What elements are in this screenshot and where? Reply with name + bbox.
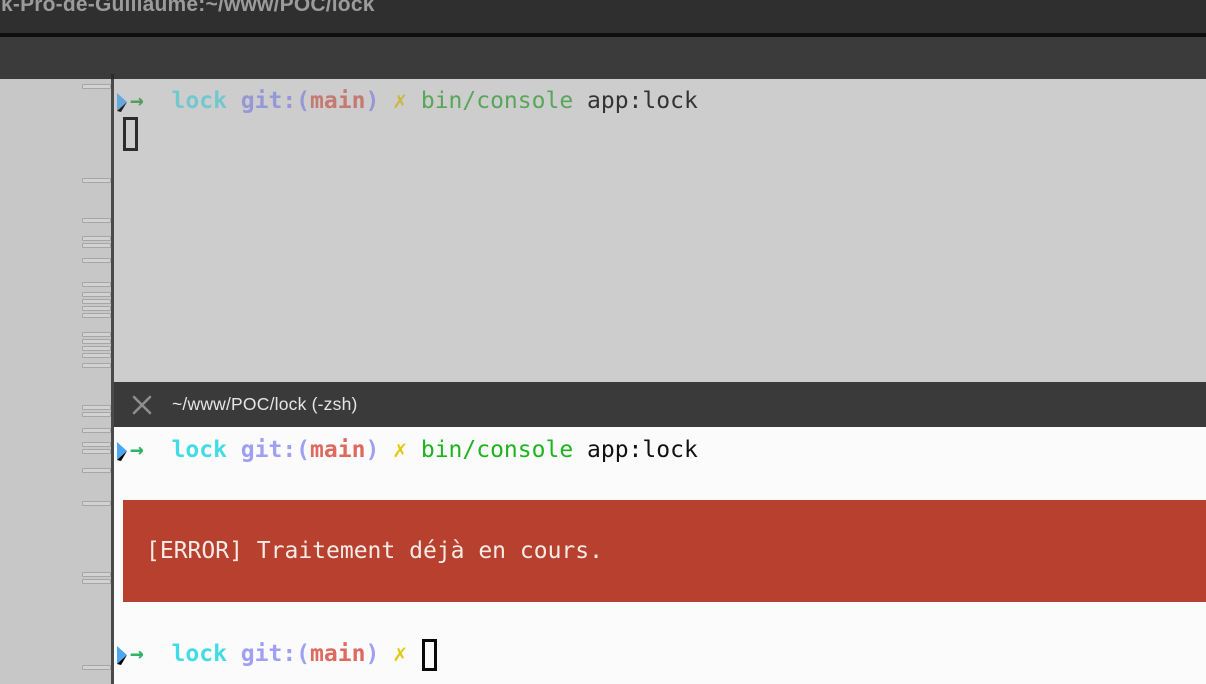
prompt-git-branch: main: [310, 88, 366, 114]
error-banner: [ERROR] Traitement déjà en cours.: [123, 500, 1206, 602]
current-prompt-line[interactable]: → lock git:( main ) ✗: [117, 638, 437, 671]
minimap-mark: [82, 442, 111, 456]
prompt-cwd: lock: [171, 437, 241, 463]
tab-bar: bin/console (php): [0, 37, 1206, 116]
window-title: k-Pro-de-Guillaume:~/www/POC/lock: [1, 0, 375, 16]
iterm-window: k-Pro-de-Guillaume:~/www/POC/lock bin/co…: [0, 0, 1206, 684]
minimap-mark: [82, 428, 111, 435]
minimap-mark: [82, 236, 111, 250]
prompt-git-suffix: ): [365, 88, 394, 114]
prompt-dirty-flag: ✗: [393, 88, 421, 114]
prompt-git-prefix: git:(: [240, 437, 311, 463]
prompt-argument: app:lock: [587, 437, 698, 463]
prompt-arrow-icon: →: [130, 88, 172, 114]
error-message: [ERROR] Traitement déjà en cours.: [146, 538, 603, 564]
prompt-cwd: lock: [171, 88, 241, 114]
minimap-mark: [82, 363, 111, 370]
prompt-arrow-icon: →: [130, 437, 172, 463]
prompt-git-prefix: git:(: [240, 641, 311, 667]
minimap-mark: [82, 84, 111, 91]
close-pane-icon[interactable]: [130, 393, 154, 417]
minimap-mark: [82, 468, 111, 475]
prompt-arrow-icon: →: [130, 641, 172, 667]
minimap-mark: [82, 405, 111, 419]
prompt-argument: app:lock: [587, 88, 698, 114]
window-titlebar[interactable]: k-Pro-de-Guillaume:~/www/POC/lock: [0, 0, 1206, 33]
minimap-column: [0, 79, 111, 684]
terminal-cursor: [421, 638, 437, 671]
prompt-triangle-icon: [117, 92, 127, 112]
minimap-mark: [82, 282, 111, 289]
prompt-cwd: lock: [171, 641, 241, 667]
prompt-git-suffix: ): [365, 437, 394, 463]
top-pane[interactable]: [114, 79, 1206, 382]
minimap-mark: [82, 178, 111, 185]
prompt-command: bin/console: [420, 437, 588, 463]
history-prompt-line: → lock git:( main ) ✗ bin/console app:lo…: [117, 437, 698, 464]
minimap-mark: [82, 218, 111, 225]
minimap-mark: [82, 258, 111, 265]
prompt-git-prefix: git:(: [240, 88, 311, 114]
prompt-git-suffix: ): [365, 641, 394, 667]
prompt-triangle-icon: [117, 441, 127, 461]
prompt-dirty-flag: ✗: [393, 437, 421, 463]
prompt-triangle-icon: [117, 645, 127, 665]
minimap-mark: [82, 501, 111, 508]
prompt-git-branch: main: [310, 437, 366, 463]
minimap-mark: [82, 292, 111, 320]
bottom-pane-titlebar[interactable]: ~/www/POC/lock (-zsh): [114, 382, 1206, 427]
prompt-dirty-flag: ✗: [393, 641, 421, 667]
prompt-git-branch: main: [310, 641, 366, 667]
minimap-mark: [82, 572, 111, 586]
bottom-pane-title: ~/www/POC/lock (-zsh): [172, 394, 358, 414]
minimap-mark: [82, 665, 111, 672]
minimap-mark: [82, 332, 111, 360]
top-prompt-line: → lock git:( main ) ✗ bin/console app:lo…: [117, 88, 698, 115]
prompt-command: bin/console: [420, 88, 588, 114]
terminal-cursor: [123, 117, 138, 151]
